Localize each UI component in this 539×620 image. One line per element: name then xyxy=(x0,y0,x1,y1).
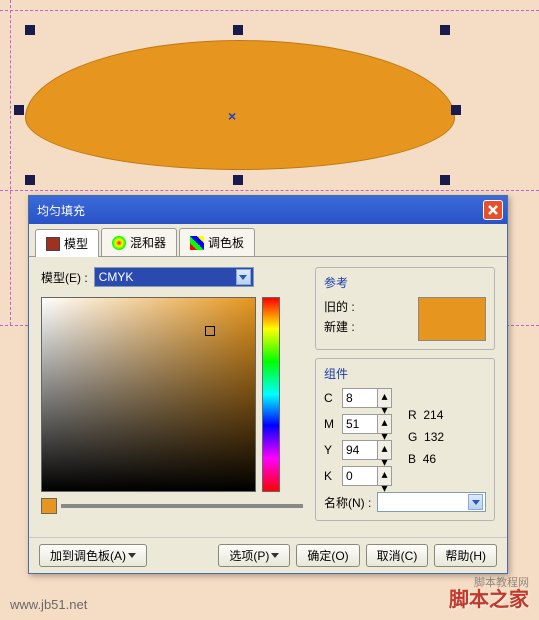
button-row: 加到调色板(A) 选项(P) 确定(O) 取消(C) 帮助(H) xyxy=(29,537,507,573)
selection-handle[interactable] xyxy=(25,25,35,35)
tab-strip: 模型 混和器 调色板 xyxy=(29,224,507,257)
dialog-body: 模型(E) : CMYK 参考 旧的 : xyxy=(29,257,507,537)
close-icon xyxy=(487,204,499,216)
selection-handle[interactable] xyxy=(233,175,243,185)
c-spinner[interactable]: ▴▾ xyxy=(342,388,392,408)
k-label: K xyxy=(324,469,338,483)
selection-handle[interactable] xyxy=(233,25,243,35)
spin-buttons[interactable]: ▴▾ xyxy=(378,388,392,408)
options-button[interactable]: 选项(P) xyxy=(218,544,290,567)
selection-handle[interactable] xyxy=(440,175,450,185)
tab-palettes[interactable]: 调色板 xyxy=(179,228,255,256)
selection-handle[interactable] xyxy=(451,105,461,115)
m-label: M xyxy=(324,417,338,431)
model-combo[interactable]: CMYK xyxy=(94,267,254,287)
model-row: 模型(E) : CMYK xyxy=(41,267,303,287)
g-label: G xyxy=(408,430,417,444)
titlebar[interactable]: 均匀填充 xyxy=(29,196,507,224)
guide-v xyxy=(10,0,11,325)
picker-marker[interactable] xyxy=(205,326,215,336)
chevron-down-icon xyxy=(128,553,136,558)
cancel-button[interactable]: 取消(C) xyxy=(366,544,429,567)
name-combo[interactable] xyxy=(377,492,486,512)
components-title: 组件 xyxy=(324,365,486,382)
hue-slider[interactable] xyxy=(262,297,280,492)
ok-button[interactable]: 确定(O) xyxy=(296,544,359,567)
selection-handle[interactable] xyxy=(14,105,24,115)
name-row: 名称(N) : xyxy=(324,492,486,512)
chevron-down-icon xyxy=(271,553,279,558)
rgb-readout: R 214 G 132 B 46 xyxy=(408,404,444,470)
y-input-row: Y ▴▾ xyxy=(324,440,392,460)
components-group: 组件 C ▴▾ M ▴▾ Y ▴▾ xyxy=(315,358,495,521)
reference-labels: 旧的 : 新建 : xyxy=(324,297,355,337)
btn-label: 取消(C) xyxy=(377,547,418,564)
btn-label: 帮助(H) xyxy=(445,547,486,564)
b-label: B xyxy=(408,452,416,466)
color-picker[interactable] xyxy=(41,297,256,492)
uniform-fill-dialog: 均匀填充 模型 混和器 调色板 模型(E) : CMYK xyxy=(28,195,508,574)
k-input-row: K ▴▾ xyxy=(324,466,392,486)
y-input[interactable] xyxy=(342,440,378,460)
picker-row xyxy=(41,297,303,492)
m-input[interactable] xyxy=(342,414,378,434)
y-spinner[interactable]: ▴▾ xyxy=(342,440,392,460)
c-label: C xyxy=(324,391,338,405)
spin-buttons[interactable]: ▴▾ xyxy=(378,440,392,460)
selection-handle[interactable] xyxy=(440,25,450,35)
model-value: CMYK xyxy=(99,270,134,284)
spin-buttons[interactable]: ▴▾ xyxy=(378,414,392,434)
guide-h xyxy=(0,10,539,11)
model-label: 模型(E) : xyxy=(41,269,88,286)
r-label: R xyxy=(408,408,417,422)
c-input[interactable] xyxy=(342,388,378,408)
reference-swatch xyxy=(418,297,486,341)
b-value: 46 xyxy=(423,452,436,466)
right-column: 参考 旧的 : 新建 : 组件 C ▴▾ M xyxy=(315,267,495,529)
dialog-title: 均匀填充 xyxy=(37,202,483,219)
btn-label: 加到调色板(A) xyxy=(50,547,126,564)
tab-label: 模型 xyxy=(64,235,88,252)
c-input-row: C ▴▾ xyxy=(324,388,392,408)
guide-h xyxy=(0,190,539,191)
old-label: 旧的 : xyxy=(324,297,355,317)
reference-group: 参考 旧的 : 新建 : xyxy=(315,267,495,350)
k-spinner[interactable]: ▴▾ xyxy=(342,466,392,486)
btn-label: 确定(O) xyxy=(307,547,348,564)
r-value: 214 xyxy=(423,408,443,422)
new-label: 新建 : xyxy=(324,317,355,337)
tab-models[interactable]: 模型 xyxy=(35,229,99,257)
left-column: 模型(E) : CMYK xyxy=(41,267,303,529)
btn-label: 选项(P) xyxy=(229,547,269,564)
add-to-palette-button[interactable]: 加到调色板(A) xyxy=(39,544,147,567)
watermark: 脚本之家 xyxy=(449,583,529,612)
selection-handle[interactable] xyxy=(25,175,35,185)
help-button[interactable]: 帮助(H) xyxy=(434,544,497,567)
models-icon xyxy=(46,237,60,251)
palettes-icon xyxy=(190,236,204,250)
chevron-down-icon xyxy=(468,494,483,510)
m-spinner[interactable]: ▴▾ xyxy=(342,414,392,434)
tab-label: 混和器 xyxy=(130,234,166,251)
close-button[interactable] xyxy=(483,200,503,220)
footer-url: www.jb51.net xyxy=(10,597,87,612)
current-swatch xyxy=(41,498,57,514)
reference-title: 参考 xyxy=(324,274,486,291)
components-row: C ▴▾ M ▴▾ Y ▴▾ K ▴▾ xyxy=(324,388,486,486)
y-label: Y xyxy=(324,443,338,457)
chevron-down-icon xyxy=(236,269,251,285)
k-input[interactable] xyxy=(342,466,378,486)
spin-buttons[interactable]: ▴▾ xyxy=(378,466,392,486)
m-input-row: M ▴▾ xyxy=(324,414,392,434)
swatch-slider xyxy=(41,498,303,514)
eyedropper-slider[interactable] xyxy=(61,504,303,508)
mixers-icon xyxy=(112,236,126,250)
cmyk-inputs: C ▴▾ M ▴▾ Y ▴▾ K ▴▾ xyxy=(324,388,392,486)
selected-ellipse[interactable] xyxy=(25,40,455,170)
tab-mixers[interactable]: 混和器 xyxy=(101,228,177,256)
name-label: 名称(N) : xyxy=(324,494,371,511)
center-marker: × xyxy=(228,108,236,124)
tab-label: 调色板 xyxy=(208,234,244,251)
g-value: 132 xyxy=(424,430,444,444)
